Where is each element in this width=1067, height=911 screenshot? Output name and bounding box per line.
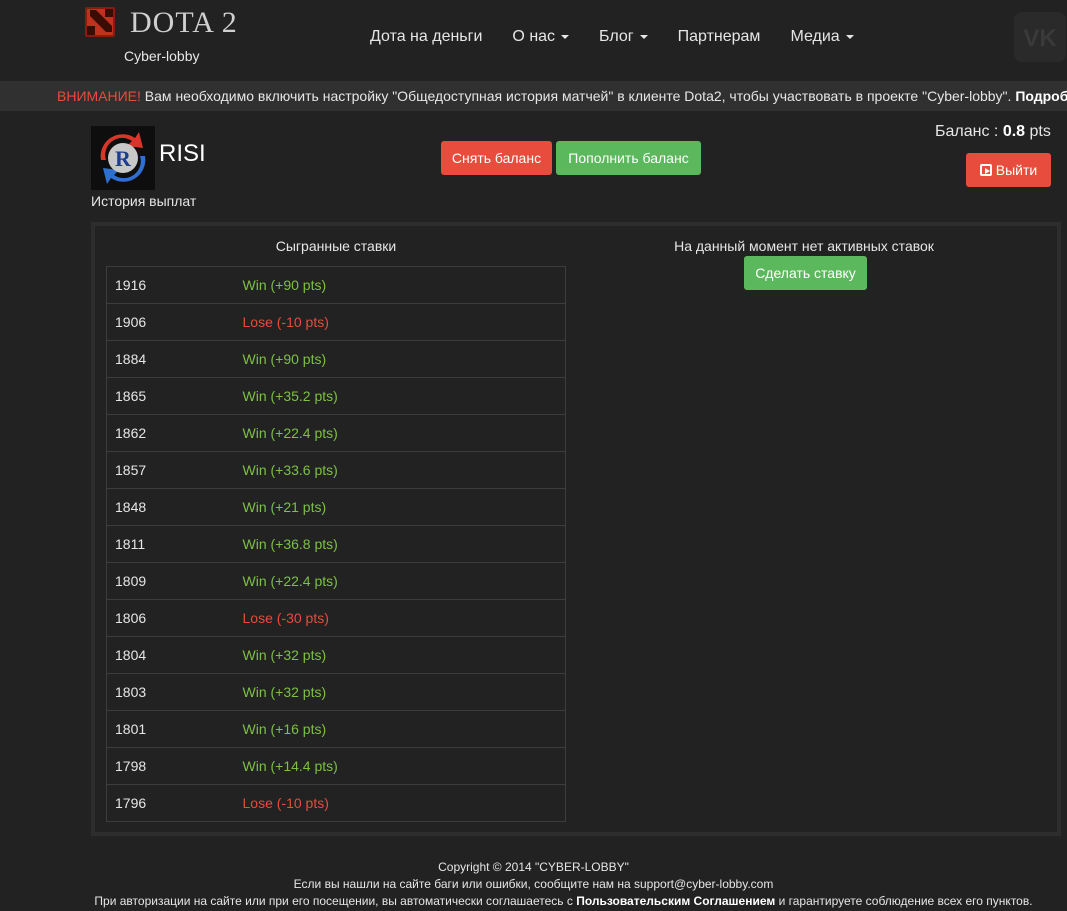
bet-result: Win (+32 pts): [242, 636, 566, 674]
bet-result: Win (+22.4 pts): [242, 414, 566, 452]
footer-agreement: При авторизации на сайте или при его пос…: [0, 893, 1067, 910]
brand-subtitle: Cyber-lobby: [124, 48, 200, 64]
bet-id: 1862: [106, 414, 243, 452]
table-row: 1848 Win (+21 pts): [106, 488, 566, 526]
table-row: 1811 Win (+36.8 pts): [106, 525, 566, 563]
username: RISI: [159, 140, 206, 167]
bet-id: 1798: [106, 747, 243, 785]
nav-label: О нас: [512, 28, 556, 45]
bet-result: Lose (-10 pts): [242, 784, 566, 822]
bet-result: Win (+16 pts): [242, 710, 566, 748]
bet-result: Win (+90 pts): [242, 340, 566, 378]
table-row: 1865 Win (+35.2 pts): [106, 377, 566, 415]
table-row: 1884 Win (+90 pts): [106, 340, 566, 378]
table-row: 1906 Lose (-10 pts): [106, 303, 566, 341]
payout-history-link[interactable]: История выплат: [91, 193, 196, 209]
nav-item-media[interactable]: Медиа: [775, 26, 868, 48]
avatar-image: R: [91, 126, 155, 190]
make-bet-button[interactable]: Сделать ставку: [744, 256, 867, 290]
site-footer: Copyright © 2014 "CYBER-LOBBY" Если вы н…: [0, 859, 1067, 910]
footer-agreement-pre: При авторизации на сайте или при его пос…: [94, 894, 577, 908]
played-bets-table: 1916 Win (+90 pts) 1906 Lose (-10 pts) 1884 W…: [106, 266, 566, 822]
chevron-down-icon: [561, 34, 570, 39]
nav-label: Дота на деньги: [370, 28, 483, 45]
table-row: 1798 Win (+14.4 pts): [106, 747, 566, 785]
avatar: R: [91, 126, 155, 190]
nav-item-blog[interactable]: Блог: [584, 26, 663, 48]
bet-id: 1811: [106, 525, 243, 563]
bet-result: Lose (-10 pts): [242, 303, 566, 341]
balance-unit: pts: [1025, 123, 1051, 140]
dota-logo-icon: [85, 7, 115, 37]
nav-item-partners[interactable]: Партнерам: [663, 26, 776, 48]
notice-bar: ВНИМАНИЕ! Вам необходимо включить настро…: [0, 81, 1067, 111]
notice-warning: ВНИМАНИЕ!: [57, 88, 141, 104]
logout-icon: [979, 164, 992, 176]
bet-result: Win (+36.8 pts): [242, 525, 566, 563]
brand-title: DOTA 2: [130, 6, 238, 39]
nav-label: Партнерам: [677, 28, 761, 45]
bet-id: 1916: [106, 266, 243, 304]
table-row: 1862 Win (+22.4 pts): [106, 414, 566, 452]
bet-result: Win (+22.4 pts): [242, 562, 566, 600]
table-row: 1809 Win (+22.4 pts): [106, 562, 566, 600]
table-row: 1796 Lose (-10 pts): [106, 784, 566, 822]
bet-id: 1806: [106, 599, 243, 637]
played-bets-title: Сыгранные ставки: [275, 238, 397, 254]
user-agreement-link[interactable]: Пользовательским Соглашением: [576, 894, 775, 908]
table-row: 1803 Win (+32 pts): [106, 673, 566, 711]
footer-agreement-post: и гарантируете соблюдение всех его пункт…: [775, 894, 1033, 908]
table-row: 1916 Win (+90 pts): [106, 266, 566, 304]
balance-value: 0.8: [1002, 123, 1026, 140]
svg-text:R: R: [115, 146, 132, 171]
balance-display: Баланс : 0.8 pts: [935, 123, 1051, 141]
notice-message: Вам необходимо включить настройку "Общед…: [140, 88, 1016, 104]
footer-bugs-text: Если вы нашли на сайте баги или ошибки, …: [293, 877, 774, 891]
vk-logo-icon: VK: [1023, 25, 1057, 52]
svg-text:VK: VK: [1023, 25, 1057, 52]
bet-result: Win (+35.2 pts): [242, 377, 566, 415]
balance-label: Баланс: [935, 123, 990, 140]
bet-id: 1804: [106, 636, 243, 674]
bet-result: Win (+90 pts): [242, 266, 566, 304]
nav-label: Медиа: [790, 28, 840, 45]
bet-id: 1857: [106, 451, 243, 489]
notice-more-link[interactable]: Подробно: [1015, 88, 1067, 104]
bet-id: 1796: [106, 784, 243, 822]
bet-id: 1906: [106, 303, 243, 341]
bet-id: 1848: [106, 488, 243, 526]
chevron-down-icon: [845, 34, 854, 39]
table-row: 1804 Win (+32 pts): [106, 636, 566, 674]
table-row: 1806 Lose (-30 pts): [106, 599, 566, 637]
bet-id: 1809: [106, 562, 243, 600]
logout-button[interactable]: Выйти: [966, 153, 1051, 187]
main-nav: Дота на деньги О нас Блог Партнерам Меди…: [355, 26, 869, 48]
deposit-balance-button[interactable]: Пополнить баланс: [556, 141, 701, 175]
site-logo[interactable]: DOTA 2 Cyber-lobby: [82, 4, 242, 74]
bet-result: Lose (-30 pts): [242, 599, 566, 637]
bet-result: Win (+32 pts): [242, 673, 566, 711]
table-row: 1801 Win (+16 pts): [106, 710, 566, 748]
bet-id: 1803: [106, 673, 243, 711]
bet-id: 1884: [106, 340, 243, 378]
chevron-down-icon: [639, 34, 648, 39]
bet-id: 1865: [106, 377, 243, 415]
nav-label: Блог: [599, 28, 634, 45]
no-active-bets-text: На данный момент нет активных ставок: [674, 238, 934, 254]
table-row: 1857 Win (+33.6 pts): [106, 451, 566, 489]
nav-item-money[interactable]: Дота на деньги: [355, 26, 497, 48]
vk-icon[interactable]: VK: [1014, 12, 1066, 62]
footer-copyright: Copyright © 2014 "CYBER-LOBBY": [438, 860, 629, 874]
site-header: DOTA 2 Cyber-lobby Дота на деньги О нас …: [0, 0, 1067, 80]
bet-id: 1801: [106, 710, 243, 748]
bet-result: Win (+21 pts): [242, 488, 566, 526]
nav-item-about[interactable]: О нас: [497, 26, 584, 48]
bet-result: Win (+14.4 pts): [242, 747, 566, 785]
withdraw-balance-button[interactable]: Снять баланс: [441, 141, 552, 175]
bet-result: Win (+33.6 pts): [242, 451, 566, 489]
logout-label: Выйти: [995, 162, 1038, 178]
balance-separator: :: [989, 123, 1003, 140]
